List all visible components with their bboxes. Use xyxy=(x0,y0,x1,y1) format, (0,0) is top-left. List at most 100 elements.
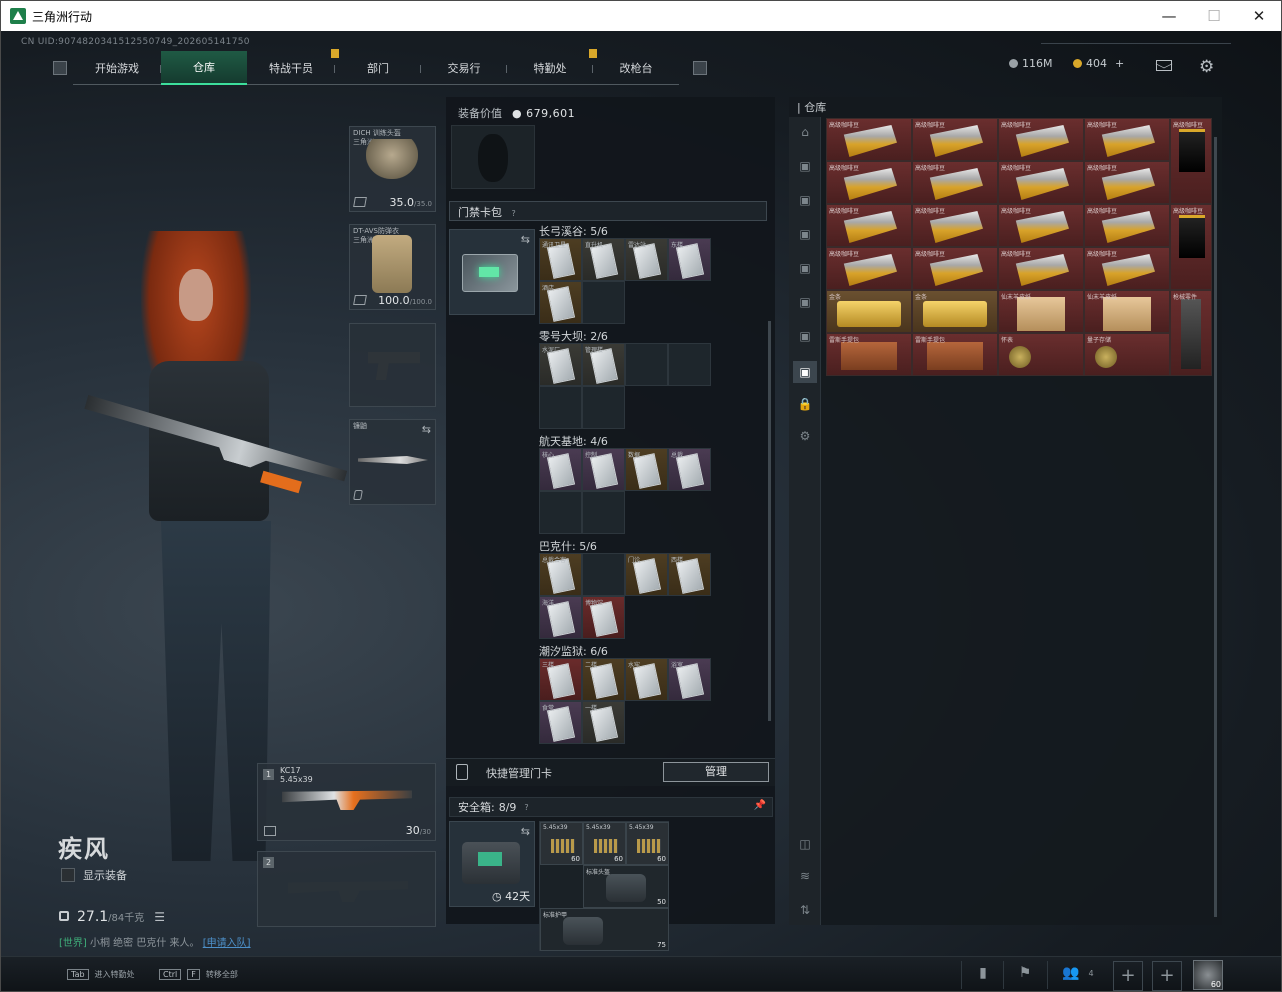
mail-icon[interactable] xyxy=(1156,60,1172,71)
keycard-empty-slot[interactable] xyxy=(625,343,668,386)
keycard-item[interactable]: 总裁会客 xyxy=(539,553,582,596)
keycard-item[interactable]: 海洋 xyxy=(539,596,582,639)
hint-special-ops[interactable]: Tab 进入特勤处 xyxy=(67,969,135,980)
warehouse-item[interactable]: 仙末羊皮纸 xyxy=(998,290,1084,333)
keycard-item[interactable]: 东楼 xyxy=(668,238,711,281)
warehouse-item[interactable]: 金条 xyxy=(912,290,998,333)
flag-icon[interactable]: ⚑ xyxy=(1015,965,1035,985)
warehouse-item[interactable]: 高级咖啡豆 xyxy=(826,247,912,290)
stash-tab-active-icon[interactable]: ▣ xyxy=(793,361,817,383)
stash-tab-3-icon[interactable]: ▣ xyxy=(797,193,813,209)
keycard-item[interactable]: 直升机 xyxy=(582,238,625,281)
invite-slot-2[interactable]: + xyxy=(1152,961,1182,991)
tab-trade[interactable]: 交易行 xyxy=(421,51,507,85)
close-button[interactable]: ✕ xyxy=(1236,1,1281,31)
keycard-item[interactable]: 食堂 xyxy=(539,701,582,744)
join-team-link[interactable]: [申请入队] xyxy=(203,938,251,949)
swap-icon[interactable]: ⇆ xyxy=(521,825,530,838)
friends-icon[interactable]: 👥 xyxy=(1061,965,1081,985)
lock-icon[interactable]: 🔒 xyxy=(797,397,813,413)
keycard-item[interactable]: 总裁 xyxy=(668,448,711,491)
add-coupon-icon[interactable]: + xyxy=(1115,57,1124,70)
helmet-slot[interactable]: DICH 训练头盔 三角洲 35.0/35.0 xyxy=(349,126,436,212)
warehouse-item[interactable]: 高级咖啡豆 xyxy=(1084,247,1170,290)
pin-icon[interactable]: 📌 xyxy=(754,800,766,811)
warehouse-item[interactable]: 高级咖啡豆 xyxy=(912,161,998,204)
keycard-empty-slot[interactable] xyxy=(582,386,625,429)
ammo-item[interactable]: 5.45x39 60 xyxy=(626,822,669,865)
keycard-empty-slot[interactable] xyxy=(539,386,582,429)
tab-operators[interactable]: 特战干员 xyxy=(247,49,339,85)
warehouse-item[interactable]: 高级咖啡豆 xyxy=(1084,118,1170,161)
checkbox[interactable] xyxy=(61,868,75,882)
warehouse-item[interactable]: 高级咖啡豆 xyxy=(1084,204,1170,247)
warehouse-item[interactable]: 高级咖啡豆 xyxy=(1084,161,1170,204)
keycard-item[interactable]: 三楼 xyxy=(539,658,582,701)
tab-gunsmith[interactable]: 改枪台 xyxy=(593,51,679,85)
help-icon[interactable]: ? xyxy=(524,803,528,812)
keycard-item[interactable]: 二楼 xyxy=(582,658,625,701)
keycard-item[interactable]: 核心 xyxy=(539,448,582,491)
manage-button[interactable]: 管理 xyxy=(663,762,769,782)
keycard-item[interactable]: 浴室 xyxy=(668,658,711,701)
keycard-item[interactable]: 水牢 xyxy=(625,658,668,701)
stash-tab-1-icon[interactable]: ⌂ xyxy=(797,125,813,141)
primary-weapon-slot[interactable]: 1 KC17 5.45x39 30/30 xyxy=(257,763,436,841)
helmet-item[interactable]: 标准头盔 50 xyxy=(583,865,669,908)
keycard-bag-item[interactable]: ⇆ xyxy=(449,229,535,315)
invite-slot-1[interactable]: + xyxy=(1113,961,1143,991)
tab-start-game[interactable]: 开始游戏 xyxy=(73,51,161,85)
warehouse-item[interactable]: 高级咖啡豆 xyxy=(826,161,912,204)
ammo-item[interactable]: 5.45x39 60 xyxy=(583,822,626,865)
warehouse-item[interactable]: 高级咖啡豆 xyxy=(998,118,1084,161)
minimize-button[interactable]: — xyxy=(1146,1,1192,31)
avatar[interactable]: 60 xyxy=(1193,960,1223,990)
stats-chart-icon[interactable]: ▮ xyxy=(973,965,993,985)
help-icon[interactable]: ? xyxy=(512,209,516,218)
show-equipment-toggle[interactable]: 显示装备 xyxy=(61,867,127,883)
warehouse-item[interactable]: 高级咖啡豆 xyxy=(912,118,998,161)
keycard-item[interactable]: 博物馆 xyxy=(582,596,625,639)
warehouse-item[interactable]: 怀表 xyxy=(998,333,1084,376)
warehouse-item[interactable]: 高级咖啡豆 xyxy=(912,204,998,247)
keycard-item[interactable]: 雷达站 xyxy=(625,238,668,281)
armor-slot[interactable]: DT-AVS防弹衣 三角洲 100.0/100.0 xyxy=(349,224,436,310)
settings-gear-icon[interactable]: ⚙ xyxy=(1199,57,1214,77)
filter-icon[interactable]: ◫ xyxy=(797,837,813,853)
warehouse-item[interactable]: 高级咖啡豆 xyxy=(826,204,912,247)
coupon-currency[interactable]: 404 + xyxy=(1073,57,1124,70)
tab-warehouse[interactable]: 仓库 xyxy=(161,51,247,85)
warehouse-item[interactable]: 金条 xyxy=(826,290,912,333)
layers-icon[interactable]: ≋ xyxy=(797,869,813,885)
warehouse-item[interactable]: 高级咖啡豆 xyxy=(998,247,1084,290)
warehouse-item[interactable]: 雷斯手提包 xyxy=(826,333,912,376)
stash-tab-2-icon[interactable]: ▣ xyxy=(797,159,813,175)
nav-prev-key-icon[interactable] xyxy=(53,61,67,75)
warehouse-item[interactable]: 枪械零件 xyxy=(1170,290,1212,376)
tab-special-ops[interactable]: 特勤处 xyxy=(507,49,597,85)
stash-tab-4-icon[interactable]: ▣ xyxy=(797,227,813,243)
melee-slot[interactable]: 镰鼬 ⇆ xyxy=(349,419,436,505)
warehouse-item[interactable]: 高级咖啡豆 xyxy=(912,247,998,290)
warehouse-item[interactable]: 高级咖啡豆 xyxy=(998,204,1084,247)
safebox-item[interactable]: ⇆ ◷ 42天 xyxy=(449,821,535,907)
keycard-item[interactable]: 西楼 xyxy=(668,553,711,596)
keycard-item[interactable]: 水泥厂 xyxy=(539,343,582,386)
nav-next-key-icon[interactable] xyxy=(693,61,707,75)
keycard-empty-slot[interactable] xyxy=(539,491,582,534)
hint-transfer-all[interactable]: Ctrl F 转移全部 xyxy=(159,969,238,980)
swap-icon[interactable]: ⇆ xyxy=(521,233,530,246)
tab-department[interactable]: 部门 xyxy=(335,51,421,85)
ammo-item[interactable]: 5.45x39 60 xyxy=(540,822,583,865)
keycard-empty-slot[interactable] xyxy=(582,553,625,596)
swap-icon[interactable]: ⇆ xyxy=(422,423,431,436)
secondary-weapon-slot[interactable]: 2 xyxy=(257,851,436,927)
keycard-item[interactable]: 数据 xyxy=(625,448,668,491)
maximize-button[interactable]: ☐ xyxy=(1191,1,1237,31)
settings-icon[interactable]: ⚙ xyxy=(797,429,813,445)
keycard-empty-slot[interactable] xyxy=(582,491,625,534)
keycard-item[interactable]: 酒店 xyxy=(539,281,582,324)
stash-tab-7-icon[interactable]: ▣ xyxy=(797,329,813,345)
armor-item[interactable]: 标准护甲 75 xyxy=(540,908,669,951)
stash-tab-5-icon[interactable]: ▣ xyxy=(797,261,813,277)
